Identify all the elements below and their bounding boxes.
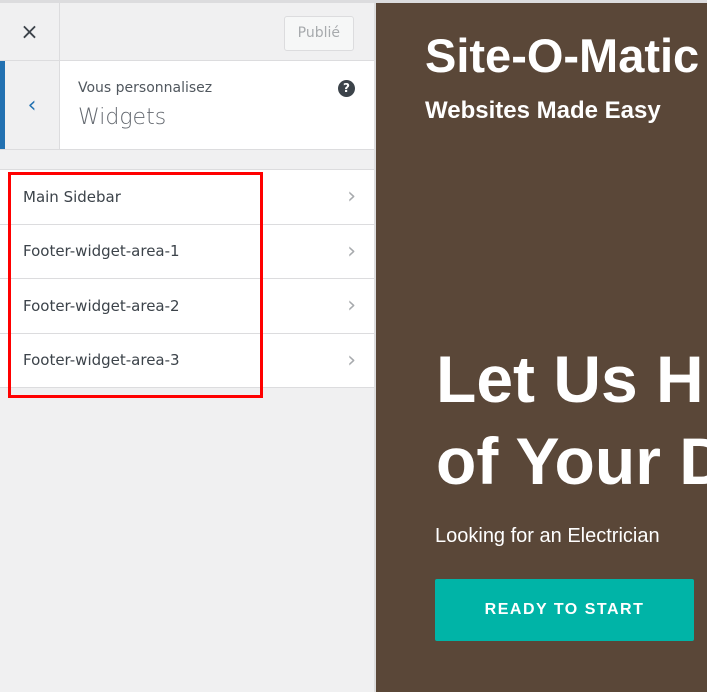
publish-button[interactable]: Publié <box>283 16 354 51</box>
site-preview: Site-O-Matic Websites Made Easy Let Us H… <box>376 3 707 692</box>
cta-button[interactable]: READY TO START <box>435 579 694 641</box>
chevron-right-icon: › <box>347 347 356 373</box>
help-icon[interactable]: ? <box>338 80 355 97</box>
hero-line-2: of Your D <box>436 424 707 498</box>
section-header: ‹ Vous personnalisez Widgets ? <box>0 61 374 150</box>
hero-line-1: Let Us H <box>436 342 704 416</box>
site-tagline: Websites Made Easy <box>425 97 661 124</box>
site-title[interactable]: Site-O-Matic <box>425 28 699 83</box>
back-chevron-icon[interactable]: ‹ <box>0 61 60 149</box>
chevron-right-icon: › <box>347 184 356 210</box>
highlight-box <box>8 172 263 398</box>
customizer-topbar: × Publié <box>0 3 374 61</box>
chevron-right-icon: › <box>347 238 356 264</box>
hero-headline: Let Us H of Your D <box>436 338 707 502</box>
hero-lead: Looking for an Electrician <box>435 525 660 547</box>
section-title: Widgets <box>78 105 167 130</box>
section-subtitle: Vous personnalisez <box>78 80 213 96</box>
chevron-right-icon: › <box>347 293 356 319</box>
close-icon[interactable]: × <box>0 3 60 61</box>
